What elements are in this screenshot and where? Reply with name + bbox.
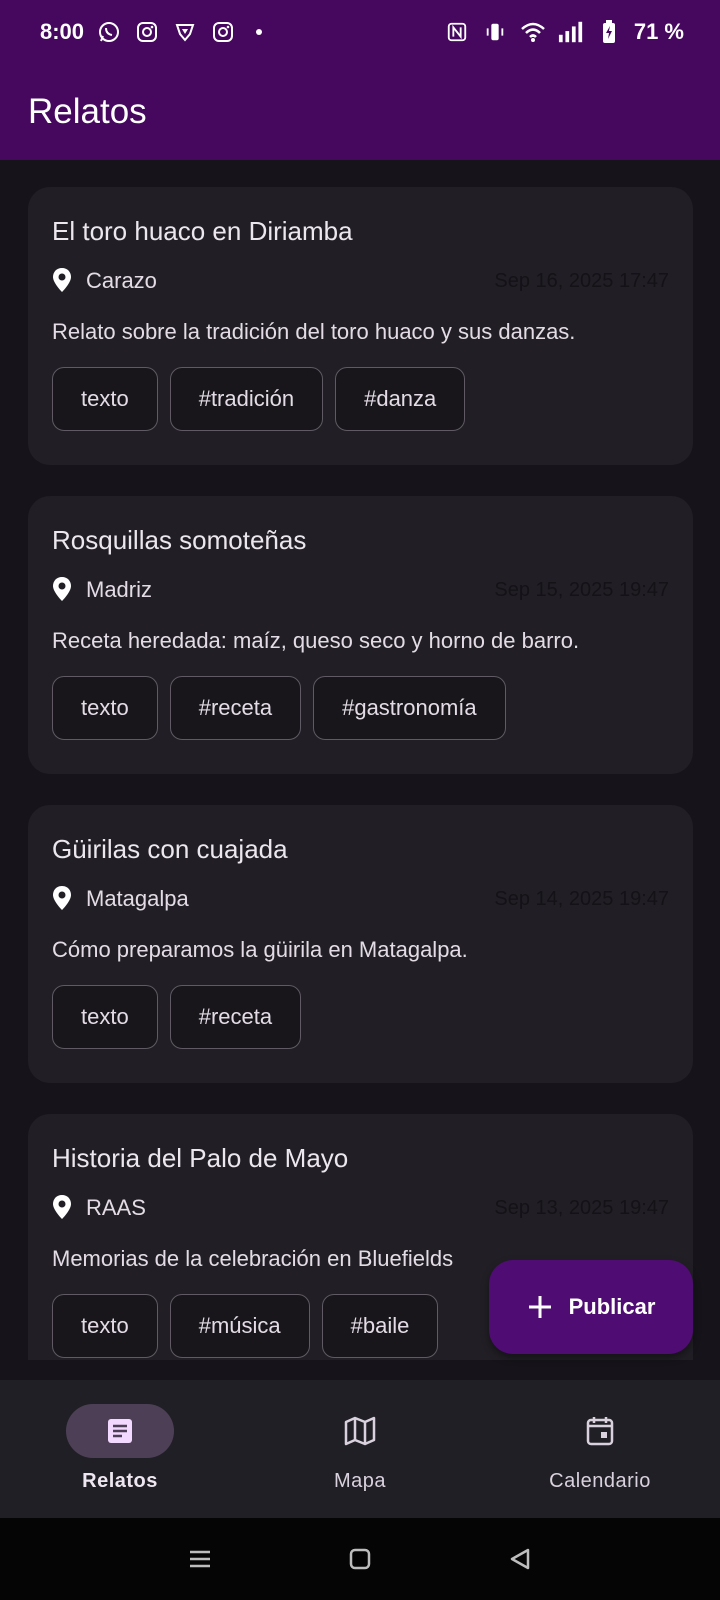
post-date: Sep 15, 2025 19:47 [494, 578, 669, 601]
post-date: Sep 13, 2025 19:47 [494, 1196, 669, 1219]
post-description: Receta heredada: maíz, queso seco y horn… [52, 628, 580, 653]
status-bar-right: 71 % [444, 19, 684, 45]
tag-chip[interactable]: #música [169, 1294, 310, 1358]
post-title: Rosquillas somoteñas [52, 525, 307, 555]
whatsapp-icon [96, 19, 122, 45]
post-tags: texto #tradición #danza [52, 367, 669, 431]
tag-chip[interactable]: texto [52, 367, 158, 431]
post-card[interactable]: Güirilas con cuajada Matagalpa Sep 14, 2… [28, 805, 693, 1083]
post-location-label: Matagalpa [86, 886, 189, 911]
post-location: RAAS [52, 1194, 146, 1222]
status-bar-left: 8:00 [40, 19, 263, 45]
post-location: Madriz [52, 576, 152, 604]
post-title: Güirilas con cuajada [52, 834, 288, 864]
notification-dot-icon [256, 29, 263, 35]
tag-chip[interactable]: texto [52, 985, 158, 1049]
instagram-icon [134, 19, 160, 45]
recents-icon[interactable] [185, 1544, 215, 1574]
app-bar: Relatos [0, 64, 720, 160]
nav-active-indicator [66, 1404, 174, 1458]
tag-chip[interactable]: #receta [169, 676, 302, 740]
calendar-icon [585, 1415, 615, 1447]
location-pin-icon [52, 267, 76, 295]
post-title: El toro huaco en Diriamba [52, 216, 353, 246]
tag-chip[interactable]: #gastronomía [313, 676, 506, 740]
post-description: Relato sobre la tradición del toro huaco… [52, 319, 576, 344]
wifi-icon [520, 19, 546, 45]
status-bar: 8:00 71 % [0, 0, 720, 64]
post-date: Sep 14, 2025 19:47 [494, 887, 669, 910]
post-card[interactable]: Rosquillas somoteñas Madriz Sep 15, 2025… [28, 496, 693, 774]
post-description: Cómo preparamos la güirila en Matagalpa. [52, 937, 468, 962]
home-icon[interactable] [345, 1544, 375, 1574]
nfc-icon [444, 19, 470, 45]
post-tags: texto #receta #gastronomía [52, 676, 669, 740]
location-pin-icon [52, 1194, 76, 1222]
post-meta: Matagalpa Sep 14, 2025 19:47 [52, 883, 669, 915]
article-icon [105, 1416, 135, 1446]
nav-label: Calendario [549, 1470, 651, 1492]
publish-button-label: Publicar [568, 1294, 656, 1319]
post-tags: texto #receta [52, 985, 669, 1049]
instagram-icon [210, 19, 236, 45]
nav-item-calendario[interactable]: Calendario [480, 1380, 720, 1518]
post-meta: RAAS Sep 13, 2025 19:47 [52, 1192, 669, 1224]
system-navigation-bar [0, 1518, 720, 1600]
tag-chip[interactable]: #danza [335, 367, 466, 431]
nav-icon-container [306, 1404, 414, 1458]
tag-chip[interactable]: texto [52, 1294, 158, 1358]
post-meta: Carazo Sep 16, 2025 17:47 [52, 265, 669, 297]
post-title: Historia del Palo de Mayo [52, 1143, 349, 1173]
nav-icon-container [546, 1404, 654, 1458]
bottom-navigation: Relatos Mapa Calendario [0, 1380, 720, 1518]
post-meta: Madriz Sep 15, 2025 19:47 [52, 574, 669, 606]
location-pin-icon [52, 576, 76, 604]
publish-button[interactable]: Publicar [489, 1260, 693, 1354]
post-card[interactable]: El toro huaco en Diriamba Carazo Sep 16,… [28, 187, 693, 465]
post-location-label: Carazo [86, 268, 157, 293]
map-icon [344, 1416, 376, 1446]
tag-chip[interactable]: #receta [169, 985, 302, 1049]
nav-item-mapa[interactable]: Mapa [240, 1380, 480, 1518]
post-date: Sep 16, 2025 17:47 [494, 269, 669, 292]
tag-chip[interactable]: #baile [321, 1294, 439, 1358]
plus-icon [527, 1294, 553, 1320]
back-icon[interactable] [505, 1544, 535, 1574]
post-location-label: RAAS [86, 1195, 146, 1220]
tag-chip[interactable]: texto [52, 676, 158, 740]
battery-charging-icon [596, 19, 622, 45]
signal-icon [558, 19, 584, 45]
post-location-label: Madriz [86, 577, 153, 602]
nav-label: Relatos [82, 1470, 158, 1492]
brave-icon [172, 19, 198, 45]
nav-item-relatos[interactable]: Relatos [0, 1380, 240, 1518]
battery-percent: 71 % [633, 19, 684, 44]
posts-list[interactable]: El toro huaco en Diriamba Carazo Sep 16,… [0, 160, 720, 1360]
vibrate-icon [482, 19, 508, 45]
status-time: 8:00 [40, 19, 85, 44]
post-location: Matagalpa [52, 885, 189, 913]
nav-label: Mapa [333, 1470, 387, 1492]
tag-chip[interactable]: #tradición [169, 367, 324, 431]
post-location: Carazo [52, 267, 157, 295]
page-title: Relatos [28, 92, 147, 131]
location-pin-icon [52, 885, 76, 913]
